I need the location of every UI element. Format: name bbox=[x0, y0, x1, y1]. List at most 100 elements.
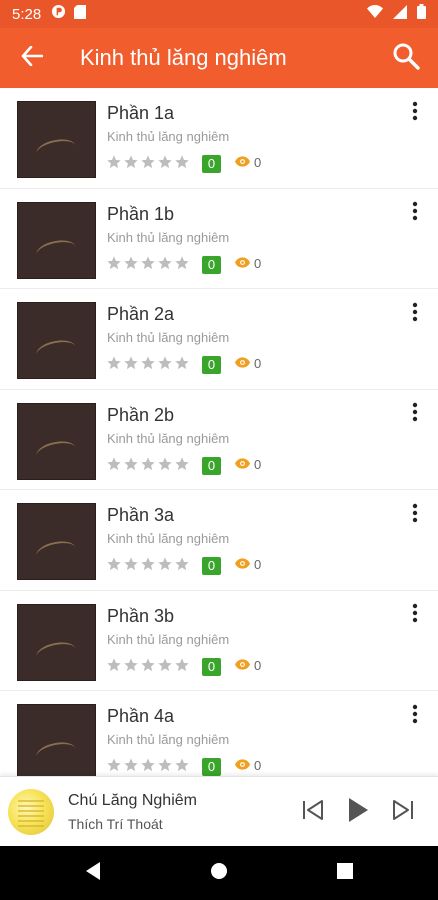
count-badge: 0 bbox=[202, 155, 221, 173]
more-vert-icon bbox=[412, 302, 418, 327]
star-icon bbox=[140, 355, 156, 371]
previous-button[interactable] bbox=[298, 797, 328, 827]
status-right-icons bbox=[367, 4, 426, 24]
more-options-button[interactable] bbox=[406, 703, 424, 729]
player-artist: Thích Trí Thoát bbox=[68, 816, 163, 832]
eye-icon bbox=[235, 155, 250, 170]
status-bar: 5:28 bbox=[0, 0, 438, 28]
rating-stars[interactable] bbox=[106, 456, 190, 472]
more-vert-icon bbox=[412, 704, 418, 729]
previous-icon bbox=[301, 799, 325, 826]
arrow-left-icon bbox=[21, 45, 44, 71]
more-options-button[interactable] bbox=[406, 502, 424, 528]
views-count: 0 bbox=[235, 457, 261, 472]
home-circle-icon bbox=[209, 861, 229, 886]
album-art bbox=[8, 789, 54, 835]
play-button[interactable] bbox=[343, 797, 373, 827]
list-item[interactable]: Phần 4a Kinh thủ lăng nghiêm 0 0 bbox=[0, 691, 438, 776]
wifi-icon bbox=[367, 5, 383, 23]
star-icon bbox=[106, 255, 122, 271]
list-item[interactable]: Phần 2a Kinh thủ lăng nghiêm 0 0 bbox=[0, 289, 438, 390]
nav-back-button[interactable] bbox=[80, 860, 106, 886]
search-button[interactable] bbox=[374, 28, 438, 88]
player-title: Chú Lăng Nghiêm bbox=[68, 792, 197, 809]
list-item[interactable]: Phần 3b Kinh thủ lăng nghiêm 0 0 bbox=[0, 591, 438, 691]
more-options-button[interactable] bbox=[406, 301, 424, 327]
star-icon bbox=[106, 355, 122, 371]
star-icon bbox=[123, 255, 139, 271]
star-icon bbox=[174, 255, 190, 271]
count-badge: 0 bbox=[202, 758, 221, 776]
back-button[interactable] bbox=[0, 28, 64, 88]
list-item[interactable]: Phần 3a Kinh thủ lăng nghiêm 0 0 bbox=[0, 490, 438, 591]
more-vert-icon bbox=[412, 402, 418, 427]
list-item[interactable]: Phần 2b Kinh thủ lăng nghiêm 0 0 bbox=[0, 390, 438, 490]
eye-icon bbox=[235, 658, 250, 673]
item-title: Phần 1a bbox=[107, 103, 175, 123]
views-count: 0 bbox=[235, 758, 261, 773]
nav-recents-button[interactable] bbox=[332, 860, 358, 886]
item-title: Phần 3a bbox=[107, 505, 175, 525]
star-icon bbox=[174, 154, 190, 170]
count-badge: 0 bbox=[202, 356, 221, 374]
next-button[interactable] bbox=[388, 797, 418, 827]
more-options-button[interactable] bbox=[406, 603, 424, 629]
item-title: Phần 2b bbox=[107, 404, 175, 425]
star-icon bbox=[140, 154, 156, 170]
mini-player[interactable]: Chú Lăng Nghiêm Thích Trí Thoát bbox=[0, 776, 438, 846]
status-time: 5:28 bbox=[12, 5, 42, 23]
rating-stars[interactable] bbox=[106, 556, 190, 572]
item-title: Phần 2a bbox=[107, 304, 175, 324]
more-options-button[interactable] bbox=[406, 201, 424, 227]
eye-icon bbox=[235, 758, 250, 773]
star-icon bbox=[123, 355, 139, 371]
rating-stars[interactable] bbox=[106, 355, 190, 371]
eye-icon bbox=[235, 256, 250, 271]
album-cover bbox=[17, 603, 96, 681]
star-icon bbox=[123, 556, 139, 572]
rating-stars[interactable] bbox=[106, 757, 190, 773]
star-icon bbox=[157, 154, 173, 170]
album-cover bbox=[17, 503, 96, 580]
star-icon bbox=[174, 456, 190, 472]
star-icon bbox=[140, 556, 156, 572]
views-label: 0 bbox=[254, 255, 262, 271]
eye-icon bbox=[235, 557, 250, 572]
album-cover bbox=[17, 201, 96, 279]
views-count: 0 bbox=[235, 356, 261, 371]
views-count: 0 bbox=[235, 256, 261, 271]
back-triangle-icon bbox=[83, 861, 103, 886]
star-icon bbox=[140, 255, 156, 271]
star-icon bbox=[106, 556, 122, 572]
app-screen: 5:28 Kinh thủ lăng nghiêm Phần 1a Kinh t… bbox=[0, 0, 438, 900]
list-item[interactable]: Phần 1b Kinh thủ lăng nghiêm 0 0 bbox=[0, 189, 438, 289]
rating-stars[interactable] bbox=[106, 154, 190, 170]
star-icon bbox=[157, 355, 173, 371]
views-label: 0 bbox=[254, 657, 262, 673]
rating-stars[interactable] bbox=[106, 255, 190, 271]
page-title: Kinh thủ lăng nghiêm bbox=[80, 45, 287, 70]
sd-card-icon bbox=[74, 4, 87, 24]
views-label: 0 bbox=[254, 758, 262, 773]
search-icon bbox=[392, 42, 420, 75]
nav-home-button[interactable] bbox=[206, 860, 232, 886]
list-item[interactable]: Phần 1a Kinh thủ lăng nghiêm 0 0 bbox=[0, 88, 438, 189]
count-badge: 0 bbox=[202, 255, 221, 274]
star-icon bbox=[157, 657, 173, 673]
more-options-button[interactable] bbox=[406, 402, 424, 428]
more-options-button[interactable] bbox=[406, 100, 424, 126]
item-subtitle: Kinh thủ lăng nghiêm bbox=[107, 631, 230, 647]
views-count: 0 bbox=[235, 658, 261, 673]
views-label: 0 bbox=[254, 356, 262, 371]
item-subtitle: Kinh thủ lăng nghiêm bbox=[107, 229, 230, 245]
app-bar: Kinh thủ lăng nghiêm bbox=[0, 28, 438, 88]
p-icon bbox=[51, 4, 66, 24]
more-vert-icon bbox=[412, 503, 418, 528]
star-icon bbox=[174, 757, 190, 773]
rating-stars[interactable] bbox=[106, 657, 190, 673]
views-count: 0 bbox=[235, 155, 261, 170]
item-subtitle: Kinh thủ lăng nghiêm bbox=[107, 732, 230, 747]
item-title: Phần 1b bbox=[107, 203, 175, 224]
item-title: Phần 3b bbox=[107, 605, 175, 626]
item-subtitle: Kinh thủ lăng nghiêm bbox=[107, 129, 230, 144]
